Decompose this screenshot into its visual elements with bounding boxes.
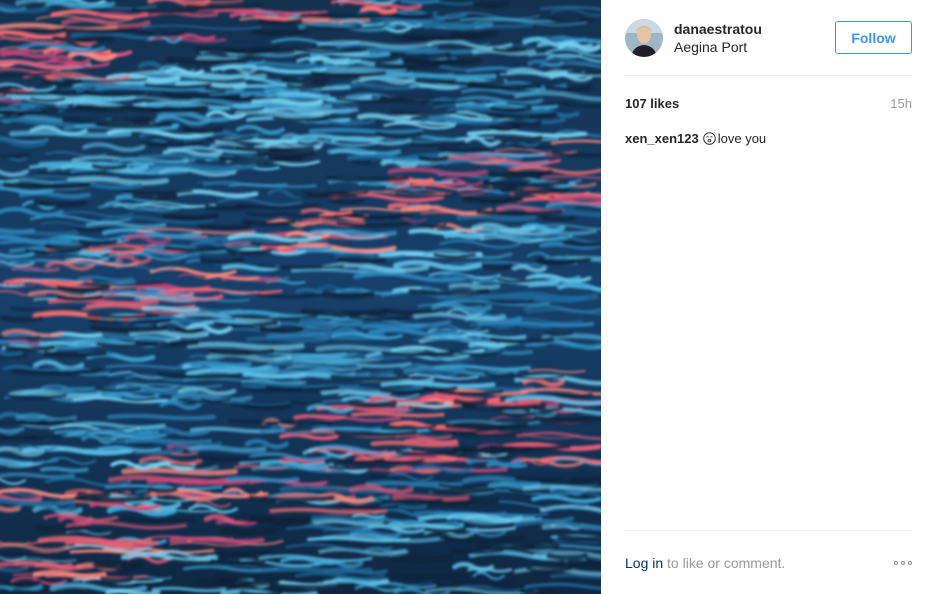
author-username[interactable]: danaestratou: [674, 20, 835, 38]
author-info: danaestratou Aegina Port: [674, 20, 835, 56]
likes-count[interactable]: 107 likes: [625, 96, 679, 111]
comment-text: love you: [717, 131, 767, 146]
avatar[interactable]: [625, 18, 663, 57]
smiling-face-icon: [702, 132, 716, 145]
login-prompt-text: to like or comment.: [663, 555, 786, 571]
post-time[interactable]: 15h: [890, 96, 912, 111]
dot: [901, 561, 905, 565]
post-footer: Log in to like or comment.: [625, 530, 912, 594]
dot: [894, 561, 898, 565]
follow-button[interactable]: Follow: [835, 21, 912, 54]
login-link[interactable]: Log in: [625, 555, 663, 571]
likes-row: 107 likes 15h: [625, 96, 912, 111]
author-location[interactable]: Aegina Port: [674, 38, 835, 56]
post-photo[interactable]: [0, 0, 601, 594]
post: danaestratou Aegina Port Follow 107 like…: [0, 0, 932, 594]
login-prompt: Log in to like or comment.: [625, 555, 785, 571]
more-options-icon[interactable]: [894, 559, 912, 567]
water-photo-image: [0, 0, 601, 594]
post-header: danaestratou Aegina Port Follow: [625, 0, 912, 76]
dot: [908, 561, 912, 565]
post-sidebar: danaestratou Aegina Port Follow 107 like…: [601, 0, 932, 594]
comment-username[interactable]: xen_xen123: [625, 131, 699, 146]
comment: xen_xen123 love you: [625, 131, 912, 146]
